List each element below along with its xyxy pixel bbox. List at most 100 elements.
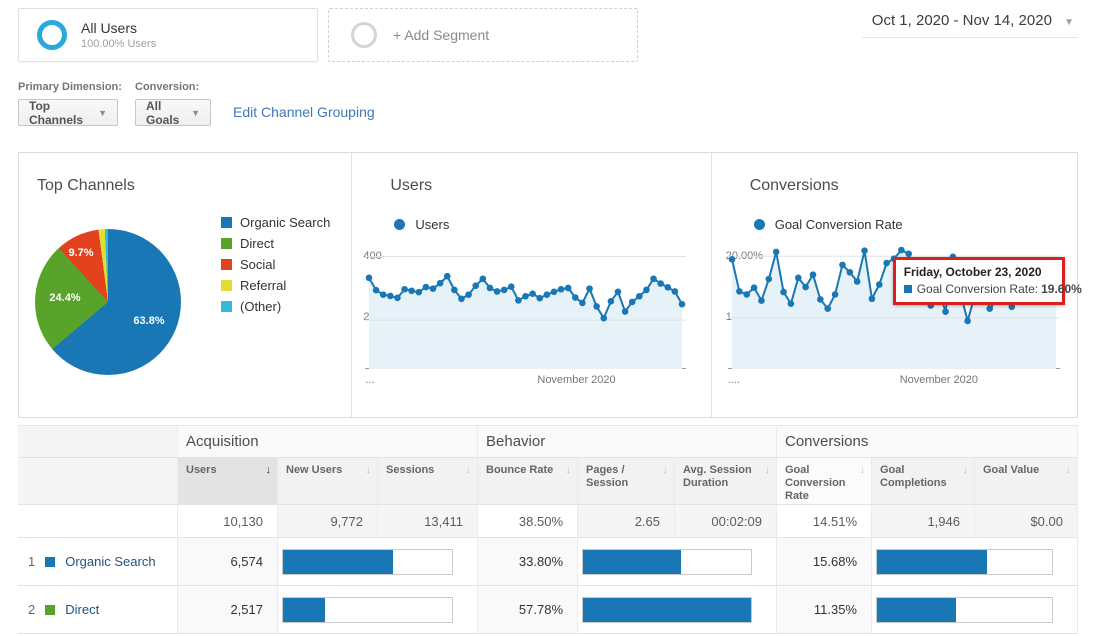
conversions-legend: Goal Conversion Rate [754,217,903,232]
add-segment-label: + Add Segment [393,27,489,43]
dropdown-caret-icon: ▼ [88,108,107,118]
sort-icon[interactable]: ↓ [1066,464,1072,477]
legend-item: (Other) [221,299,330,314]
bar-fill [283,550,393,574]
legend-label: Goal Conversion Rate [775,217,903,232]
segment-subtitle: 100.00% Users [81,38,156,50]
users-legend: Users [394,217,449,232]
legend-label: Users [415,217,449,232]
edit-channel-grouping-link[interactable]: Edit Channel Grouping [233,104,375,120]
row-users-bar [278,538,478,586]
row-goal-conversion-bar [872,538,1078,586]
segment-title: All Users [81,20,156,36]
conversions-chart: Conversions Goal Conversion Rate 20.00% … [712,153,1077,417]
date-range-text: Oct 1, 2020 - Nov 14, 2020 [872,12,1052,29]
tooltip-date: Friday, October 23, 2020 [904,265,1054,279]
column-header-users[interactable]: Users ↓ [178,458,278,505]
legend-label: Referral [240,278,286,293]
date-range-selector[interactable]: Oct 1, 2020 - Nov 14, 2020 ▼ [862,10,1078,38]
add-segment-button[interactable]: + Add Segment [328,8,638,62]
segment-text: All Users 100.00% Users [81,20,156,50]
column-header-label: New Users [286,464,342,476]
all-users-segment[interactable]: All Users 100.00% Users [18,8,318,62]
group-header-spacer [18,425,178,458]
all-users-segment-icon [37,20,67,50]
legend-dot-icon [394,219,405,230]
users-plot-area [365,247,686,369]
conversion-label: Conversion: [135,81,199,93]
sort-icon[interactable]: ↓ [765,464,771,477]
column-header-sessions[interactable]: Sessions ↓ [378,458,478,505]
column-header-label: Users [186,464,217,476]
bar-fill [583,550,681,574]
sort-icon[interactable]: ↓ [860,464,866,477]
pie-legend-swatch [221,280,232,291]
bar-fill [877,550,987,574]
column-header-bounce-rate[interactable]: Bounce Rate ↓ [478,458,578,505]
group-header-behavior: Behavior [478,425,777,458]
charts-panel: Top Channels 63.8% 24.4% 9.7% Organic Se… [18,152,1078,418]
channel-link[interactable]: Organic Search [65,554,155,569]
sort-desc-icon[interactable]: ↓ [266,464,272,477]
legend-label: Direct [240,236,274,251]
bar-fill [877,598,956,622]
total-avg-session-duration: 00:02:09 [675,505,777,538]
column-header-goal-completions[interactable]: Goal Completions ↓ [872,458,975,505]
conversion-value: All Goals [146,99,181,127]
column-header-label: Goal Conversion Rate [785,464,847,503]
top-channels-chart: Top Channels 63.8% 24.4% 9.7% Organic Se… [19,153,352,417]
tooltip-metric-value: 19.60% [1041,282,1082,296]
tooltip-metric-row: Goal Conversion Rate: 19.60% [904,282,1054,296]
pie-slice-label: 63.8% [133,315,164,327]
column-header-pages-session[interactable]: Pages / Session ↓ [578,458,675,505]
pie-legend-swatch [221,217,232,228]
row-users-value: 6,574 [178,538,278,586]
row-goal-conversion-value: 15.68% [777,538,872,586]
total-new-users: 9,772 [278,505,378,538]
legend-label: Organic Search [240,215,330,230]
row-bounce-rate-value: 33.80% [478,538,578,586]
sort-icon[interactable]: ↓ [566,464,572,477]
conversion-dropdown[interactable]: All Goals ▼ [135,99,211,126]
sort-icon[interactable]: ↓ [663,464,669,477]
legend-label: Social [240,257,275,272]
bar-fill [583,598,751,622]
x-axis-month-label: November 2020 [900,374,978,386]
row-users-value: 2,517 [178,586,278,634]
primary-dimension-dropdown[interactable]: Top Channels ▼ [18,99,118,126]
column-header-new-users[interactable]: New Users ↓ [278,458,378,505]
pie-legend-swatch [221,238,232,249]
row-users-bar [278,586,478,634]
primary-dimension-label: Primary Dimension: [18,81,122,93]
column-header-channel [18,458,178,505]
legend-item: Referral [221,278,330,293]
bar-track [282,597,453,623]
x-axis-left-label: .... [728,374,740,386]
sort-icon[interactable]: ↓ [963,464,969,477]
bar-track [876,549,1053,575]
x-axis-month-label: November 2020 [537,374,615,386]
pie-legend-swatch [221,259,232,270]
bar-fill [283,598,325,622]
column-header-goal-value[interactable]: Goal Value ↓ [975,458,1078,505]
row-bounce-rate-value: 57.78% [478,586,578,634]
column-header-goal-conversion-rate[interactable]: Goal Conversion Rate ↓ [777,458,872,505]
top-channels-pie[interactable]: 63.8% 24.4% 9.7% [35,229,181,375]
top-channels-title: Top Channels [37,177,135,195]
column-header-label: Bounce Rate [486,464,553,476]
table-row-label: 2 Direct [18,586,178,634]
totals-label-cell [18,505,178,538]
column-header-label: Avg. Session Duration [683,464,753,490]
tooltip-metric-label: Goal Conversion Rate: [917,282,1038,296]
column-header-label: Pages / Session [586,464,646,490]
pie-legend: Organic Search Direct Social Referral (O… [221,215,330,320]
channel-link[interactable]: Direct [65,602,99,617]
bar-track [282,549,453,575]
total-pages-session: 2.65 [578,505,675,538]
total-goal-completions: 1,946 [872,505,975,538]
sort-icon[interactable]: ↓ [366,464,372,477]
sort-icon[interactable]: ↓ [466,464,472,477]
channel-swatch [45,605,55,615]
users-line-chart [365,247,686,369]
column-header-avg-session-duration[interactable]: Avg. Session Duration ↓ [675,458,777,505]
